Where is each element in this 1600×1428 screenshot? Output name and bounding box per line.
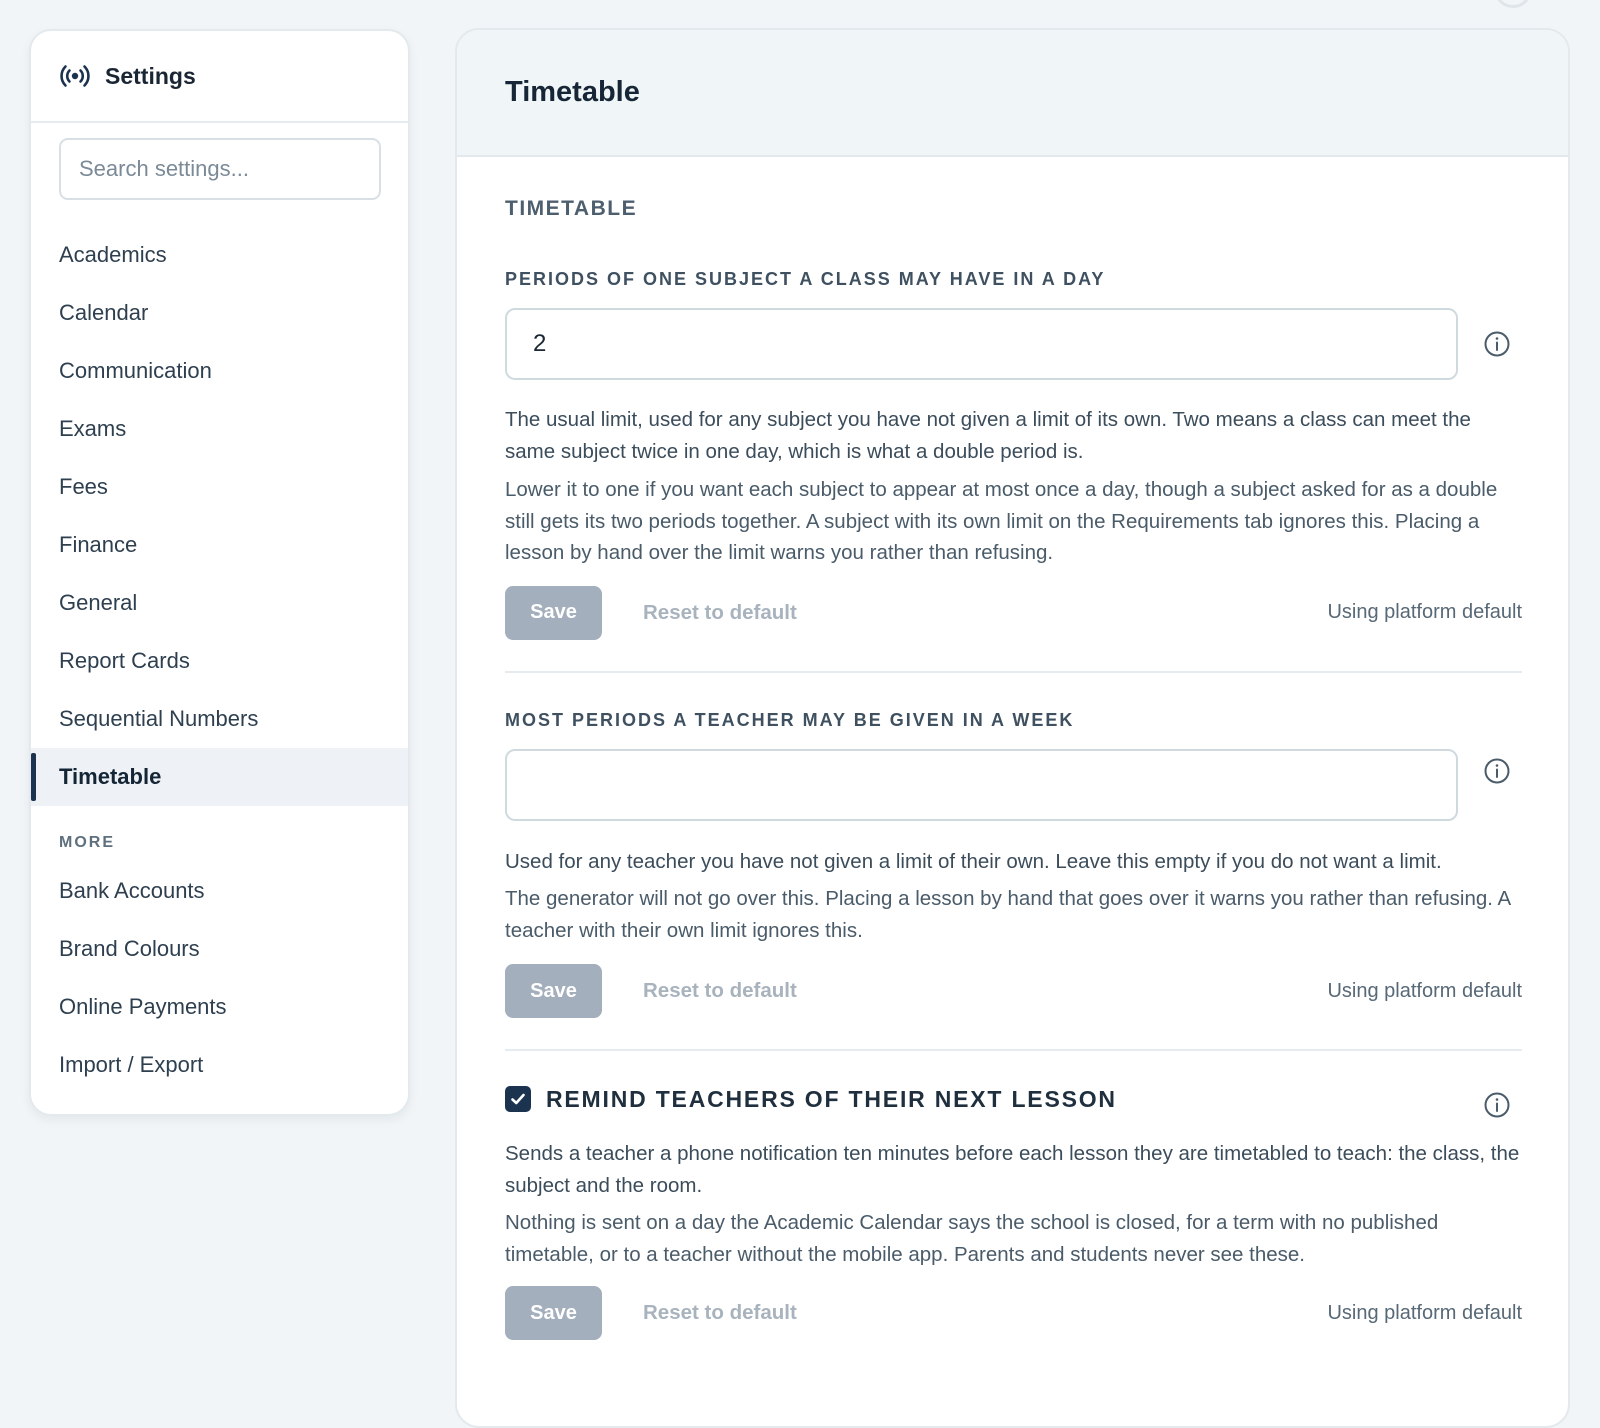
sidebar-item-calendar[interactable]: Calendar	[31, 284, 408, 342]
settings-sidebar: Settings Academics Calendar Communicatio…	[29, 29, 410, 1116]
avatar[interactable]	[1494, 0, 1532, 8]
sidebar-item-timetable[interactable]: Timetable	[31, 748, 408, 806]
setting-subject-periods-per-day: PERIODS OF ONE SUBJECT A CLASS MAY HAVE …	[505, 269, 1522, 640]
divider	[505, 1049, 1522, 1051]
sidebar-item-report-cards[interactable]: Report Cards	[31, 632, 408, 690]
divider	[505, 670, 1522, 673]
sidebar-item-bank-accounts[interactable]: Bank Accounts	[31, 862, 408, 920]
reset-to-default-button[interactable]: Reset to default	[643, 979, 797, 1003]
default-status-text: Using platform default	[1327, 1301, 1522, 1324]
sidebar-item-brand-colours[interactable]: Brand Colours	[31, 920, 408, 978]
save-button[interactable]: Save	[505, 1286, 602, 1340]
remind-teachers-checkbox[interactable]	[505, 1086, 531, 1112]
sidebar-nav: Academics Calendar Communication Exams F…	[31, 226, 408, 1094]
teacher-periods-input[interactable]	[505, 748, 1458, 821]
checkbox-label[interactable]: REMIND TEACHERS OF THEIR NEXT LESSON	[546, 1086, 1117, 1113]
sidebar-item-finance[interactable]: Finance	[31, 516, 408, 574]
info-icon[interactable]	[1483, 330, 1511, 358]
panel-header: Timetable	[457, 30, 1568, 157]
info-icon[interactable]	[1483, 757, 1511, 785]
settings-panel: Timetable TIMETABLE PERIODS OF ONE SUBJE…	[455, 28, 1570, 1428]
sidebar-item-sequential-numbers[interactable]: Sequential Numbers	[31, 690, 408, 748]
subject-periods-input[interactable]	[505, 308, 1458, 380]
default-status-text: Using platform default	[1327, 979, 1522, 1002]
info-icon[interactable]	[1483, 1091, 1511, 1119]
page-title: Timetable	[505, 76, 640, 108]
field-label: PERIODS OF ONE SUBJECT A CLASS MAY HAVE …	[505, 269, 1106, 289]
search-input[interactable]	[59, 138, 381, 200]
save-button[interactable]: Save	[505, 585, 602, 640]
setting-remind-teachers: REMIND TEACHERS OF THEIR NEXT LESSON Sen…	[505, 1079, 1522, 1340]
panel-content: TIMETABLE PERIODS OF ONE SUBJECT A CLASS…	[505, 157, 1522, 1340]
sidebar-item-academics[interactable]: Academics	[31, 226, 408, 284]
section-heading: TIMETABLE	[505, 197, 638, 220]
sidebar-title: Settings	[105, 62, 196, 89]
check-icon	[511, 1093, 525, 1105]
field-help-text: Nothing is sent on a day the Academic Ca…	[505, 1211, 1439, 1266]
default-status-text: Using platform default	[1327, 601, 1522, 623]
setting-teacher-periods-per-week: MOST PERIODS A TEACHER MAY BE GIVEN IN A…	[505, 709, 1522, 1018]
field-description: Sends a teacher a phone notification ten…	[505, 1142, 1520, 1197]
sidebar-item-import-export[interactable]: Import / Export	[31, 1036, 408, 1094]
field-help-text: The generator will not go over this. Pla…	[505, 887, 1511, 942]
sidebar-item-communication[interactable]: Communication	[31, 342, 408, 400]
reset-to-default-button[interactable]: Reset to default	[643, 1301, 797, 1325]
field-description: The usual limit, used for any subject yo…	[505, 408, 1471, 463]
sidebar-section-more: MORE	[59, 834, 115, 851]
field-description: Used for any teacher you have not given …	[505, 849, 1442, 873]
reset-to-default-button[interactable]: Reset to default	[643, 601, 797, 625]
save-button[interactable]: Save	[505, 964, 602, 1018]
field-help-text: Lower it to one if you want each subject…	[505, 478, 1498, 564]
settings-broadcast-icon	[59, 60, 91, 92]
field-label: MOST PERIODS A TEACHER MAY BE GIVEN IN A…	[505, 709, 1075, 730]
sidebar-item-general[interactable]: General	[31, 574, 408, 632]
sidebar-item-online-payments[interactable]: Online Payments	[31, 978, 408, 1036]
sidebar-item-exams[interactable]: Exams	[31, 400, 408, 458]
sidebar-header: Settings	[31, 31, 408, 123]
sidebar-item-fees[interactable]: Fees	[31, 458, 408, 516]
